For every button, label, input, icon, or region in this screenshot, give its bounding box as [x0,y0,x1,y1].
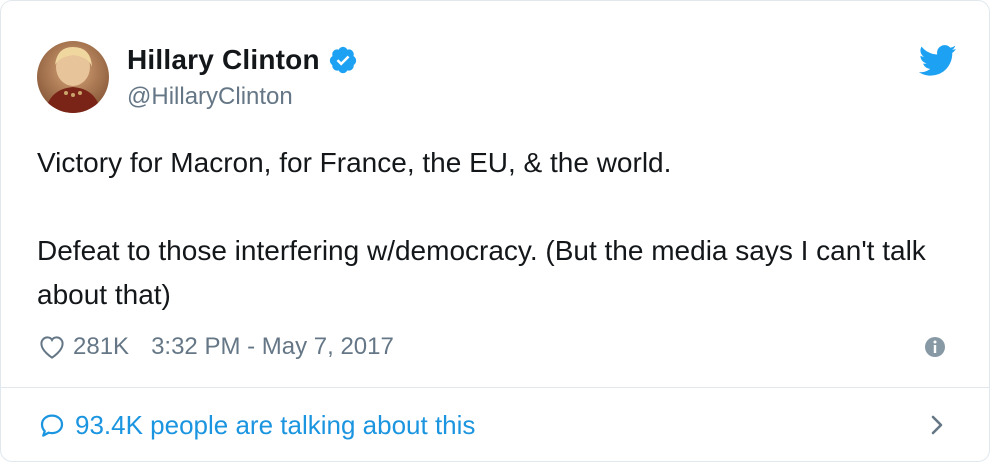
tweet-text-spacer [37,185,957,229]
tweet-text: Victory for Macron, for France, the EU, … [37,141,957,317]
user-names: Hillary Clinton @HillaryClinton [127,41,358,111]
heart-icon[interactable] [37,332,67,362]
tweet-header: Hillary Clinton @HillaryClinton [37,41,957,117]
tweet-meta: 281K 3:32 PM - May 7, 2017 [37,327,957,367]
display-name-row: Hillary Clinton [127,41,358,79]
info-icon[interactable] [923,335,947,359]
avatar-image [37,41,109,113]
tweet-timestamp[interactable]: 3:32 PM - May 7, 2017 [151,333,394,361]
divider [1,387,989,388]
chevron-right-icon [927,411,947,439]
tweet-text-line-1: Victory for Macron, for France, the EU, … [37,147,672,178]
display-name[interactable]: Hillary Clinton [127,44,320,76]
talking-about-label: 93.4K people are talking about this [75,409,476,440]
like-count[interactable]: 281K [73,333,129,361]
avatar[interactable] [37,41,109,113]
talking-about-link[interactable]: 93.4K people are talking about this [37,405,957,445]
verified-badge-icon [328,45,358,75]
twitter-bird-icon[interactable] [918,45,957,77]
tweet-card: Hillary Clinton @HillaryClinton Victory … [0,0,990,462]
tweet-text-line-2: Defeat to those interfering w/democracy.… [37,235,926,310]
comment-icon [37,410,67,440]
user-handle[interactable]: @HillaryClinton [127,83,358,111]
